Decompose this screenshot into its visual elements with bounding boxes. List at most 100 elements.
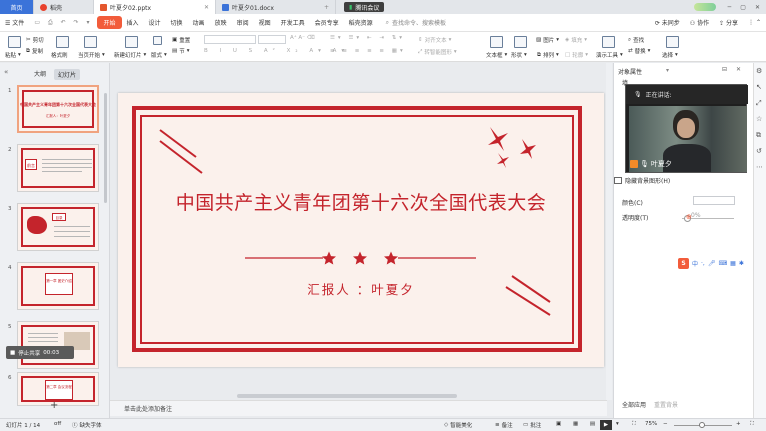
theme-label[interactable]: off (54, 421, 61, 427)
sync-status[interactable]: ⟳ 未同步 (650, 18, 685, 27)
paragraph-align-buttons[interactable]: ≡ ≡ ≡ ≡ ≡ ▦▾ (330, 48, 406, 54)
property-icon[interactable]: ⚙ (756, 67, 762, 75)
ime-skin-icon[interactable]: ▦ (730, 260, 736, 267)
select-icon[interactable] (666, 36, 679, 48)
hide-background-checkbox[interactable] (614, 177, 622, 184)
menu-developer[interactable]: 开发工具 (276, 18, 310, 27)
slide-thumbnail-1[interactable]: 中国共产主义青年团第十六次全国代表大会 汇报人：叶夏夕 (17, 85, 99, 133)
new-slide-button[interactable]: 新建幻灯片 ▾ (114, 51, 146, 59)
slide-1[interactable]: 中国共产主义青年团第十六次全国代表大会 汇报人 ：叶夏夕 (118, 93, 604, 367)
text-box-icon[interactable] (490, 36, 503, 48)
tab-outline[interactable]: 大纲 (34, 69, 46, 78)
font-name-select[interactable] (204, 35, 256, 44)
fill-button[interactable]: ◈ 填充 ▾ (565, 36, 587, 44)
notes-pane[interactable]: 单击此处添加备注 (110, 400, 607, 416)
text-box-button[interactable]: 文本框 ▾ (486, 51, 507, 59)
fit-slide-icon[interactable]: ⛶ (750, 421, 754, 428)
find-button[interactable]: ⌕ 查找 (628, 36, 644, 45)
paste-button[interactable]: 粘贴 ▾ (5, 51, 21, 59)
more-options-icon[interactable]: ⋯ (756, 163, 763, 171)
smart-beautify-button[interactable]: ◇ 智能美化 (444, 421, 472, 429)
canvas-vertical-scrollbar[interactable] (606, 63, 612, 400)
share-control-overlay[interactable]: ■ 停止共享 00:03 (6, 346, 74, 359)
star-shape-icon[interactable]: ☆ (756, 115, 762, 123)
add-slide-icon[interactable]: + (50, 400, 58, 411)
menu-insert[interactable]: 插入 (122, 18, 144, 27)
minimize-icon[interactable]: ─ (728, 4, 732, 11)
command-search[interactable]: ⌕ 查找命令、搜索模板 (386, 18, 446, 28)
close-window-icon[interactable]: ✕ (755, 4, 760, 11)
menu-review[interactable]: 审阅 (232, 18, 254, 27)
outline-button[interactable]: □ 轮廓 ▾ (565, 51, 588, 59)
color-picker[interactable] (693, 196, 735, 205)
panel-close-icon[interactable]: ✕ (736, 66, 741, 73)
meeting-badge[interactable]: ▮ 腾讯会议 (344, 2, 385, 12)
picture-button[interactable]: ▨ 图片 ▾ (536, 36, 559, 44)
shapes-button[interactable]: 形状 ▾ (511, 51, 527, 59)
panel-menu-icon[interactable]: ▾ (666, 67, 669, 74)
section-button[interactable]: ▤ 节 ▾ (172, 47, 189, 55)
play-from-current-icon[interactable] (84, 36, 97, 48)
arrange-button[interactable]: ⧉ 排列 ▾ (537, 51, 559, 60)
ime-tools-icon[interactable]: ✱ (739, 260, 744, 267)
presenter-tools-button[interactable]: 演示工具 ▾ (596, 51, 623, 59)
tab-file-pptx[interactable]: 叶夏夕02.pptx ✕ (94, 0, 216, 14)
missing-font-button[interactable]: ⓣ 缺失字体 (72, 421, 102, 429)
menu-transition[interactable]: 切换 (166, 18, 188, 27)
shapes-icon[interactable] (514, 36, 527, 48)
menu-docer-resources[interactable]: 稻壳资源 (344, 18, 378, 27)
reset-background-button[interactable]: 重置背景 (654, 400, 678, 409)
transform-icon[interactable]: ⤢ (756, 99, 762, 108)
history-icon[interactable]: ↺ (756, 147, 762, 155)
slide-thumbnail-4[interactable]: 第一章 团史介绍 (17, 262, 99, 310)
format-painter-button[interactable]: 格式刷 (51, 51, 68, 59)
panel-pin-icon[interactable]: ⊟ (722, 66, 727, 73)
canvas-horizontal-scrollbar[interactable] (237, 394, 457, 398)
presenter-tools-icon[interactable] (602, 36, 615, 48)
tab-home[interactable]: 首页 (0, 0, 34, 14)
font-size-select[interactable] (258, 35, 286, 44)
zoom-slider-handle[interactable] (699, 422, 705, 428)
tab-slides[interactable]: 幻灯片 (54, 69, 81, 80)
copy-button[interactable]: ⧉ 复制 (26, 47, 43, 56)
menu-slideshow[interactable]: 放映 (210, 18, 232, 27)
slideshow-dropdown-icon[interactable]: ▾ (616, 421, 619, 427)
menu-design[interactable]: 设计 (144, 18, 166, 27)
layers-icon[interactable]: ⧉ (756, 131, 761, 140)
add-tab-icon[interactable]: + (324, 4, 329, 11)
maximize-icon[interactable]: ▢ (740, 4, 746, 11)
cursor-icon[interactable]: ↖ (756, 83, 762, 91)
text-align-button[interactable]: ⇕ 对齐文本 ▾ (418, 36, 451, 44)
thumb-scrollbar[interactable] (104, 93, 107, 203)
tab-file-docx[interactable]: 叶夏夕01.docx + (216, 0, 336, 14)
menu-file[interactable]: ☰ 文件 (0, 18, 29, 27)
quick-access-icons[interactable]: ▭ ⎙ ↶ ↷ ▾ (29, 19, 97, 27)
apply-all-button[interactable]: 全部应用 (622, 400, 646, 409)
select-button[interactable]: 选择 ▾ (662, 51, 678, 59)
ime-keyboard-icon[interactable]: ⌨ (718, 260, 727, 267)
comments-toggle[interactable]: ▭ 批注 (523, 421, 541, 429)
collapse-panel-icon[interactable]: « (4, 68, 8, 76)
slide-reporter[interactable]: 汇报人 ：叶夏夕 (118, 279, 604, 298)
ime-toolbar[interactable]: S 中 ·, 🎤︎ ⌨ ▦ ✱ (678, 257, 752, 269)
layout-dropdown[interactable]: 版式 ▾ (151, 51, 167, 59)
collab-button[interactable]: ⚇ 协作 (685, 18, 714, 27)
slide-thumbnail-3[interactable]: 目录 (17, 203, 99, 251)
zoom-level[interactable]: 75% (645, 421, 657, 427)
format-painter-icon[interactable] (56, 36, 69, 48)
cut-button[interactable]: ✂ 剪切 (26, 36, 44, 44)
zoom-out-icon[interactable]: − (663, 421, 668, 427)
video-call-window[interactable]: 🎙︎ 正在讲话: 🎙︎ 叶夏夕 (625, 84, 748, 173)
from-current-button[interactable]: 当页开始 ▾ (78, 51, 105, 59)
slide-title[interactable]: 中国共产主义青年团第十六次全国代表大会 (118, 188, 604, 215)
tab-docer[interactable]: 稻壳 (34, 0, 94, 14)
share-button[interactable]: ⇪ 分享 (714, 18, 743, 27)
login-button[interactable] (688, 0, 722, 14)
fit-window-icon[interactable]: ⛶ (632, 421, 636, 428)
ime-punct-icon[interactable]: ·, (701, 260, 705, 267)
notes-toggle[interactable]: ≡ 备注 (495, 421, 513, 429)
ime-mic-icon[interactable]: 🎤︎ (708, 260, 716, 267)
view-mode-icons[interactable]: ▣ ▦ ▤ (556, 421, 600, 427)
play-slideshow-icon[interactable]: ▶ (600, 420, 612, 430)
slide-thumbnail-5[interactable] (17, 321, 99, 369)
